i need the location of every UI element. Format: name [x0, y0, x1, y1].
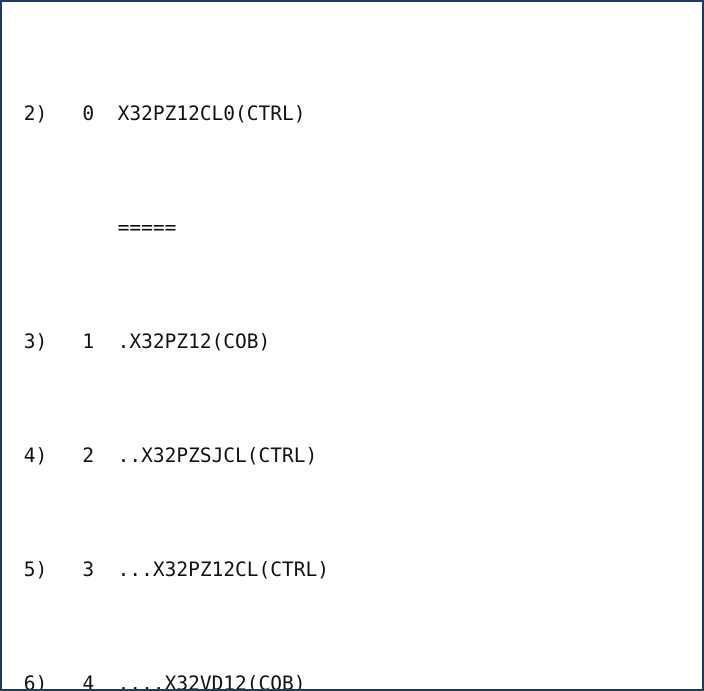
- depth-level: 2: [47, 442, 94, 471]
- list-item: 3)1 .X32PZ12(COB): [12, 328, 688, 357]
- line-number: 3): [12, 328, 47, 357]
- depth-level: [47, 214, 94, 243]
- entry-text: X32PZ12CL0(CTRL): [118, 100, 306, 129]
- line-number: [12, 214, 47, 243]
- entry-text: =====: [118, 214, 177, 243]
- list-item: 5)3 ...X32PZ12CL(CTRL): [12, 556, 688, 585]
- entry-text: ....X32VD12(COB): [118, 670, 306, 691]
- line-number: 2): [12, 100, 47, 129]
- line-number: 6): [12, 670, 47, 691]
- depth-level: 3: [47, 556, 94, 585]
- depth-level: 4: [47, 670, 94, 691]
- line-number: 4): [12, 442, 47, 471]
- list-item: 4)2 ..X32PZSJCL(CTRL): [12, 442, 688, 471]
- list-item: 6)4 ....X32VD12(COB): [12, 670, 688, 691]
- entry-text: ...X32PZ12CL(CTRL): [118, 556, 329, 585]
- entry-text: ..X32PZSJCL(CTRL): [118, 442, 318, 471]
- list-item: 2)0 X32PZ12CL0(CTRL): [12, 100, 688, 129]
- depth-level: 0: [47, 100, 94, 129]
- depth-level: 1: [47, 328, 94, 357]
- code-tree-listing: 2)0 X32PZ12CL0(CTRL) ===== 3)1 .X32PZ12(…: [0, 0, 704, 691]
- entry-text: .X32PZ12(COB): [118, 328, 271, 357]
- line-number: 5): [12, 556, 47, 585]
- list-item: =====: [12, 214, 688, 243]
